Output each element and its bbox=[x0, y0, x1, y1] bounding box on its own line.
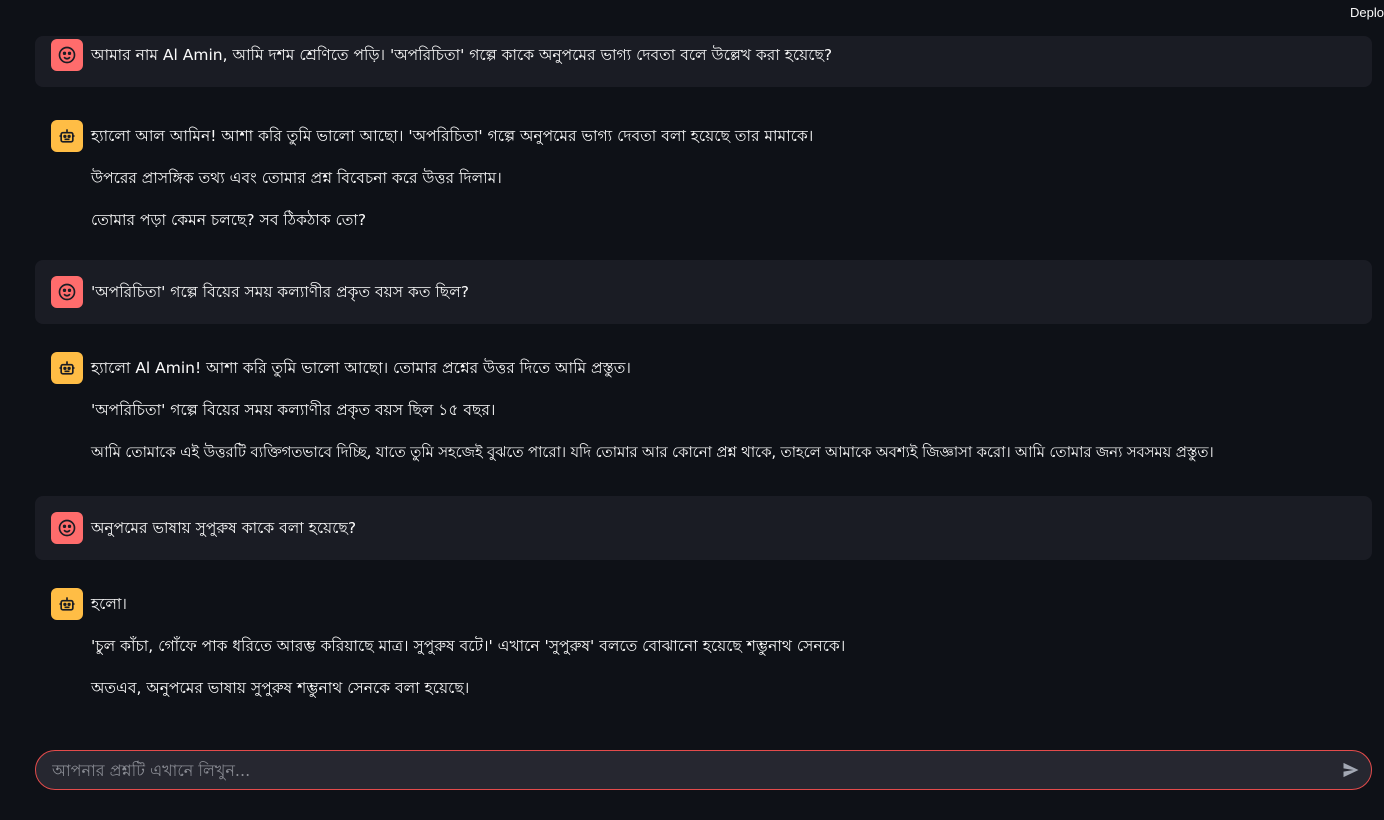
message-text: হলো। bbox=[91, 595, 127, 613]
user-message: অনুপমের ভাষায় সুপুরুষ কাকে বলা হয়েছে? bbox=[35, 496, 1372, 560]
message-text: 'অপরিচিতা' গল্পে বিয়ের সময় কল্যাণীর প্… bbox=[91, 401, 496, 419]
chat-input[interactable] bbox=[36, 750, 1331, 790]
assistant-message: হলো। 'চুল কাঁচা, গোঁফে পাক ধরিতে আরম্ভ ক… bbox=[35, 572, 1372, 722]
message-text: উপরের প্রাসঙ্গিক তথ্য এবং তোমার প্রশ্ন ব… bbox=[91, 169, 502, 187]
chat-messages: আমার নাম Al Amin, আমি দশম শ্রেণিতে পড়ি।… bbox=[35, 36, 1372, 722]
message-content: হ্যালো Al Amin! আশা করি তুমি ভালো আছো। ত… bbox=[91, 352, 1356, 463]
message-text: তোমার পড়া কেমন চলছে? সব ঠিকঠাক তো? bbox=[91, 211, 367, 229]
user-message: 'অপরিচিতা' গল্পে বিয়ের সময় কল্যাণীর প্… bbox=[35, 260, 1372, 324]
user-avatar bbox=[51, 512, 83, 544]
app-page: Deploy আমার নাম Al Amin, আমি দশম শ্রেণিত… bbox=[0, 0, 1384, 820]
robot-icon bbox=[59, 361, 75, 375]
message-content: আমার নাম Al Amin, আমি দশম শ্রেণিতে পড়ি।… bbox=[91, 39, 1356, 66]
robot-icon bbox=[59, 597, 75, 611]
message-text: হ্যালো Al Amin! আশা করি তুমি ভালো আছো। ত… bbox=[91, 359, 631, 377]
message-text: 'চুল কাঁচা, গোঁফে পাক ধরিতে আরম্ভ করিয়া… bbox=[91, 637, 846, 655]
user-avatar bbox=[51, 39, 83, 71]
deploy-button[interactable]: Deploy bbox=[1350, 5, 1384, 20]
smiley-face-icon bbox=[58, 46, 76, 64]
top-bar: Deploy bbox=[0, 0, 1384, 36]
smiley-face-icon bbox=[58, 283, 76, 301]
assistant-avatar bbox=[51, 588, 83, 620]
assistant-avatar bbox=[51, 120, 83, 152]
robot-icon bbox=[59, 129, 75, 143]
send-button[interactable] bbox=[1331, 751, 1371, 789]
smiley-face-icon bbox=[58, 519, 76, 537]
message-content: হলো। 'চুল কাঁচা, গোঁফে পাক ধরিতে আরম্ভ ক… bbox=[91, 588, 1356, 699]
assistant-avatar bbox=[51, 352, 83, 384]
message-text: অনুপমের ভাষায় সুপুরুষ কাকে বলা হয়েছে? bbox=[91, 519, 357, 537]
message-content: 'অপরিচিতা' গল্পে বিয়ের সময় কল্যাণীর প্… bbox=[91, 276, 1356, 303]
message-content: অনুপমের ভাষায় সুপুরুষ কাকে বলা হয়েছে? bbox=[91, 512, 1356, 539]
message-text: আমি তোমাকে এই উত্তরটি ব্যক্তিগতভাবে দিচ্… bbox=[91, 443, 1214, 461]
message-text: অতএব, অনুপমের ভাষায় সুপুরুষ শম্ভুনাথ সে… bbox=[91, 679, 470, 697]
message-content: হ্যালো আল আমিন! আশা করি তুমি ভালো আছো। '… bbox=[91, 120, 1356, 231]
user-avatar bbox=[51, 276, 83, 308]
message-text: আমার নাম Al Amin, আমি দশম শ্রেণিতে পড়ি।… bbox=[91, 46, 833, 64]
send-arrow-icon bbox=[1343, 762, 1359, 778]
user-message: আমার নাম Al Amin, আমি দশম শ্রেণিতে পড়ি।… bbox=[35, 36, 1372, 87]
chat-input-container bbox=[35, 750, 1372, 790]
assistant-message: হ্যালো আল আমিন! আশা করি তুমি ভালো আছো। '… bbox=[35, 104, 1372, 254]
message-text: হ্যালো আল আমিন! আশা করি তুমি ভালো আছো। '… bbox=[91, 127, 814, 145]
assistant-message: হ্যালো Al Amin! আশা করি তুমি ভালো আছো। ত… bbox=[35, 336, 1372, 496]
message-text: 'অপরিচিতা' গল্পে বিয়ের সময় কল্যাণীর প্… bbox=[91, 283, 469, 301]
